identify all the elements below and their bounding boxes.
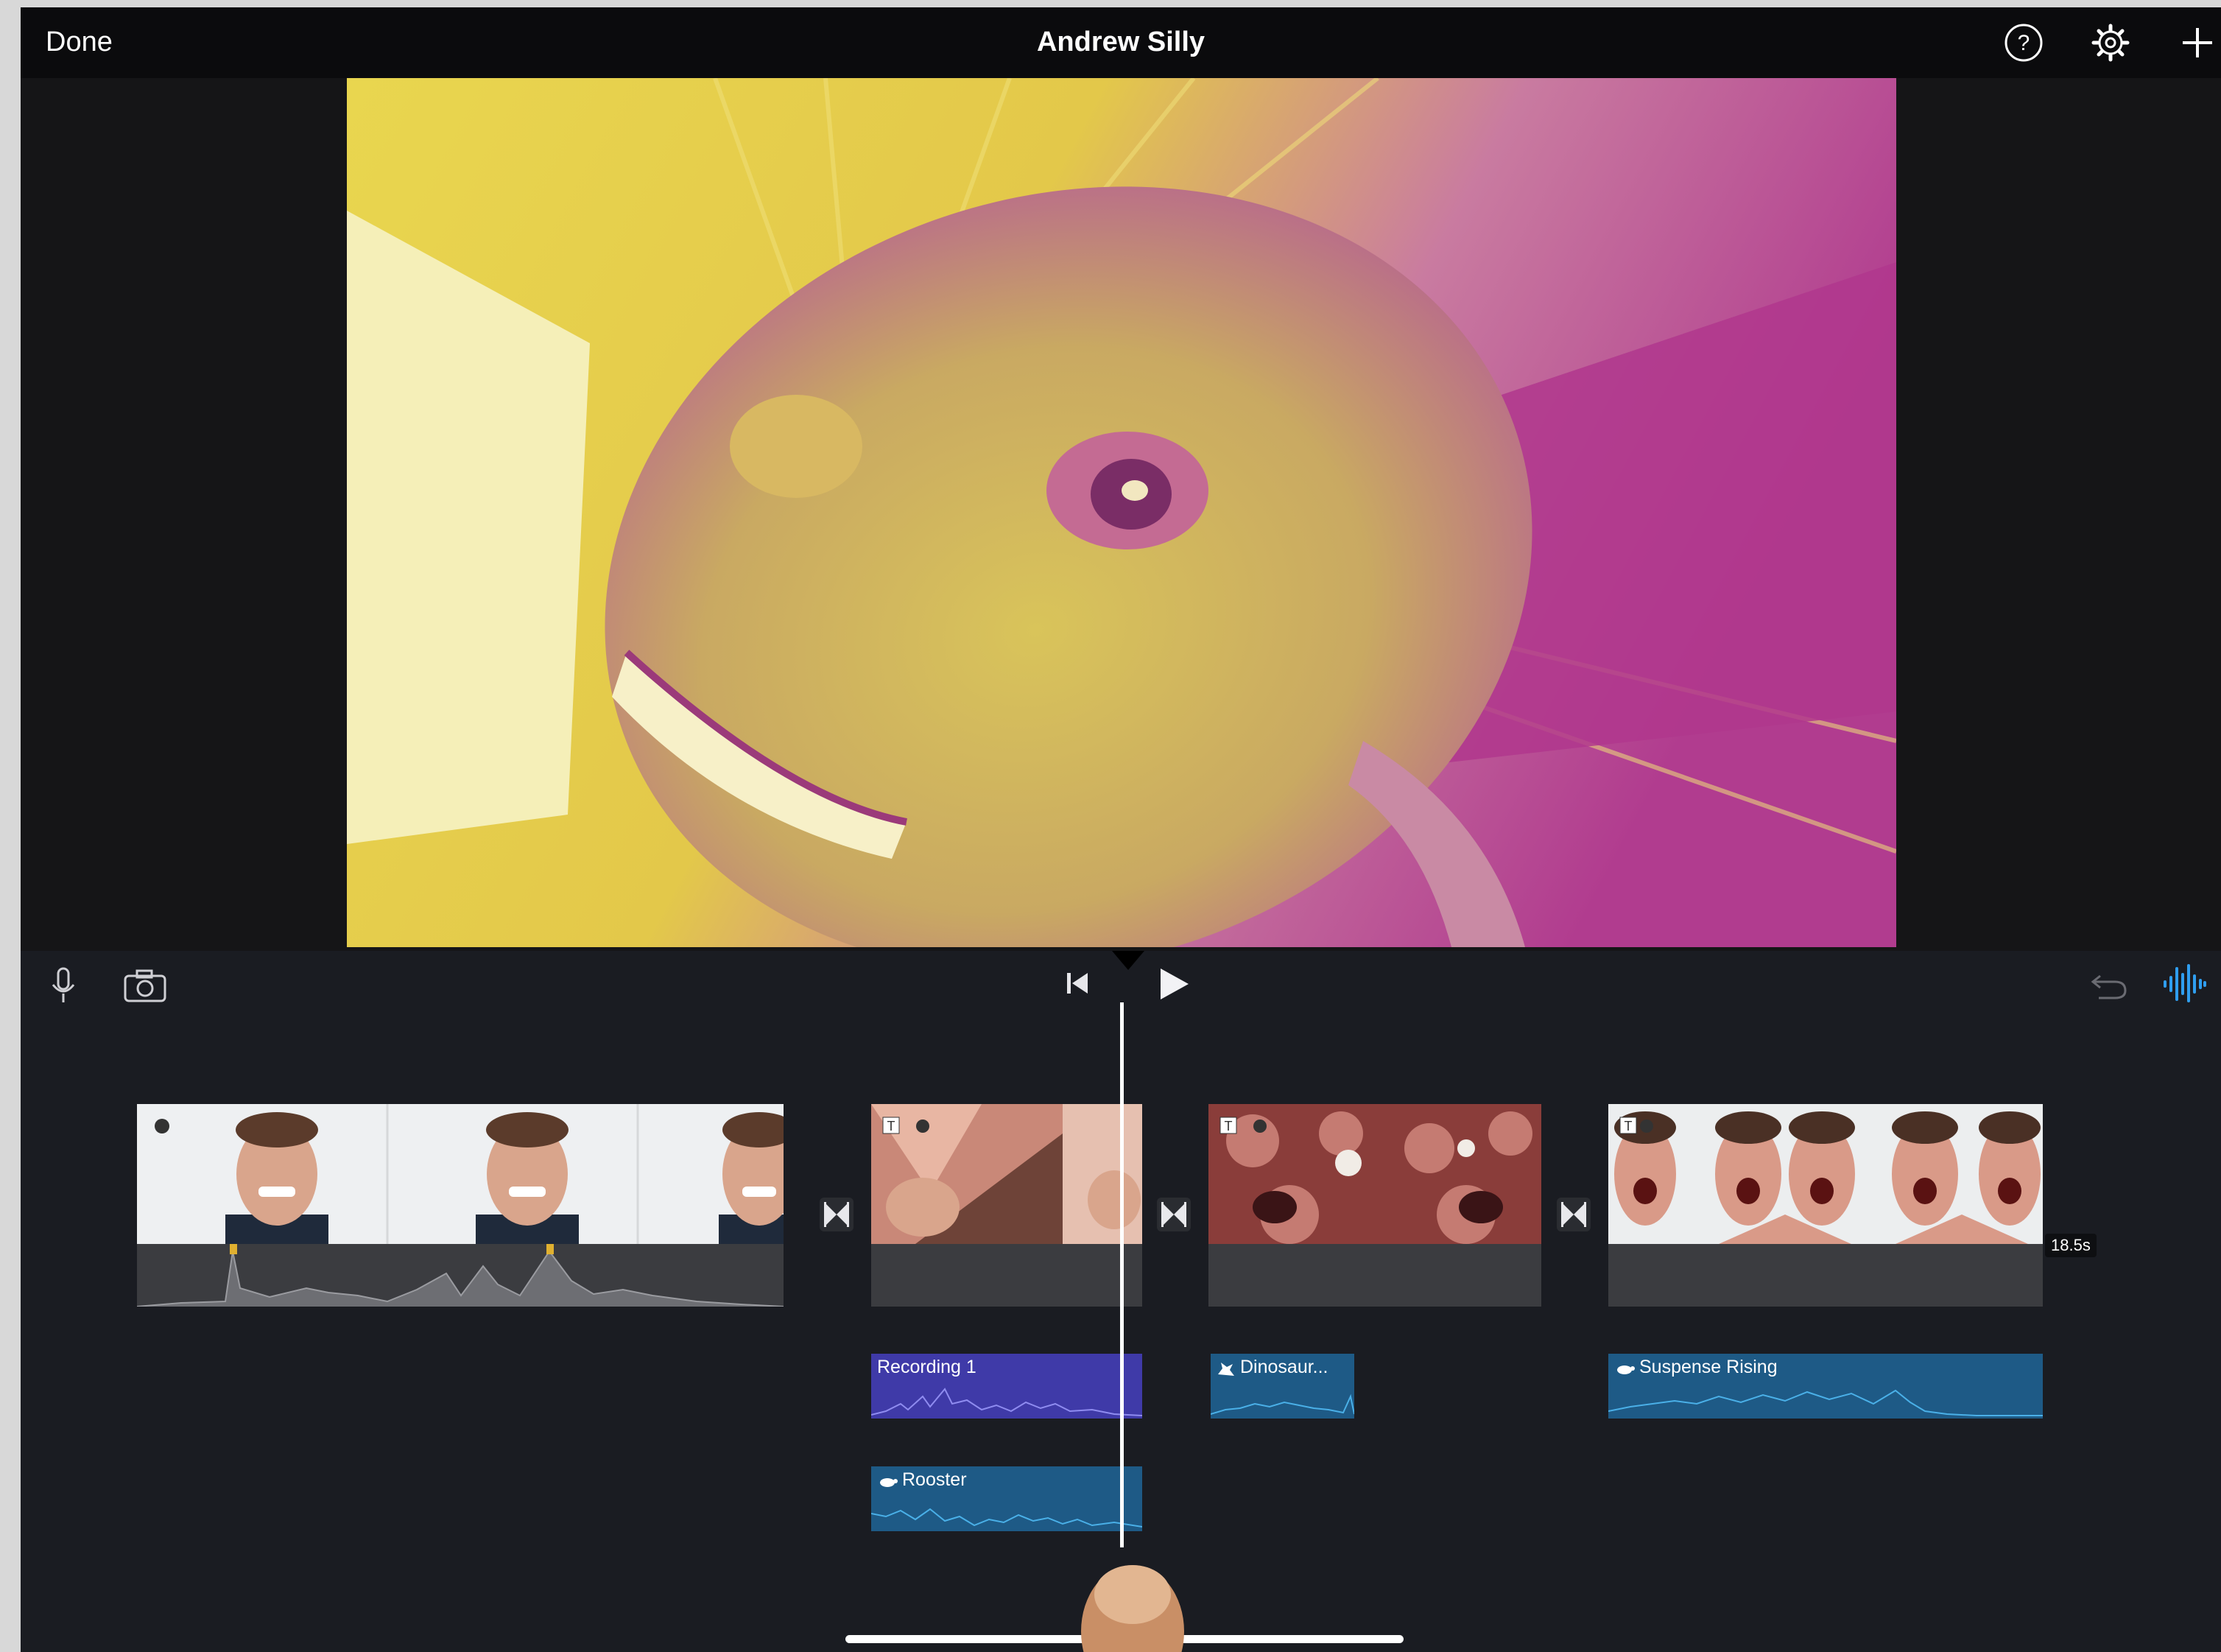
clip-thumbnails: T [871, 1104, 1142, 1244]
clip-audio-waveform [137, 1244, 784, 1307]
video-clip-1[interactable] [137, 1104, 784, 1307]
clip-audio-empty [1208, 1244, 1541, 1307]
sound-effect-icon [1218, 1363, 1234, 1376]
finger-touch [1081, 1565, 1184, 1652]
plus-icon[interactable] [2177, 22, 2218, 63]
clip-thumbnails [137, 1104, 784, 1244]
skip-to-start-icon[interactable] [1063, 969, 1092, 998]
video-clip-2[interactable]: T [871, 1104, 1142, 1307]
playhead-marker [1112, 951, 1144, 970]
audio-clip-suspense-rising[interactable]: Suspense Rising [1608, 1354, 2043, 1419]
audio-clip-recording-1[interactable]: Recording 1 [871, 1354, 1142, 1419]
audio-clip-label: Suspense Rising [1639, 1357, 1778, 1377]
microphone-icon[interactable] [49, 966, 78, 1007]
timeline-editor: T T T 18.5s Recording 1 Dinosaur... Susp… [21, 951, 2221, 1652]
video-clip-3[interactable]: T [1208, 1104, 1541, 1307]
play-icon[interactable] [1155, 966, 1192, 1002]
audio-clip-rooster[interactable]: Rooster [871, 1466, 1142, 1531]
duration-badge: 18.5s [2045, 1234, 2097, 1257]
audio-clip-dinosaur[interactable]: Dinosaur... [1211, 1354, 1354, 1419]
svg-text:T: T [887, 1119, 895, 1133]
video-preview[interactable] [347, 78, 1896, 947]
clip-thumbnails: T [1608, 1104, 2043, 1244]
music-turtle-icon [1617, 1365, 1635, 1374]
playhead[interactable] [1120, 1002, 1124, 1547]
preview-frame-image [347, 78, 1896, 947]
audio-waveform [871, 1388, 1142, 1416]
settings-gear-icon[interactable] [2090, 22, 2131, 63]
svg-text:?: ? [2018, 31, 2030, 55]
help-icon[interactable]: ? [2003, 22, 2044, 63]
camera-icon[interactable] [122, 969, 168, 1004]
svg-text:T: T [1625, 1119, 1633, 1133]
clip-thumbnails: T [1208, 1104, 1541, 1244]
audio-clip-label: Rooster [902, 1469, 967, 1490]
project-title: Andrew Silly [1036, 27, 1205, 57]
transition-button-3[interactable] [1557, 1198, 1591, 1231]
transition-button-1[interactable] [820, 1198, 853, 1231]
audio-clip-label: Dinosaur... [1240, 1357, 1328, 1377]
music-turtle-icon [880, 1478, 898, 1487]
undo-icon[interactable] [2088, 966, 2130, 1002]
transition-button-2[interactable] [1157, 1198, 1191, 1231]
audio-clip-label: Recording 1 [877, 1357, 976, 1377]
audio-waveform [871, 1508, 1142, 1528]
audio-waveform [1211, 1393, 1354, 1415]
video-viewer [21, 78, 2221, 951]
audio-waveform [1608, 1389, 2043, 1416]
video-clip-4[interactable]: T [1608, 1104, 2043, 1307]
clip-audio-empty [871, 1244, 1142, 1307]
svg-text:T: T [1225, 1119, 1233, 1133]
audio-waveform-icon[interactable] [2161, 963, 2208, 1004]
clip-audio-empty [1608, 1244, 2043, 1307]
app-window: Done Andrew Silly ? T T T 18.5s Recordin… [21, 7, 2221, 1652]
top-bar: Done Andrew Silly ? [21, 7, 2221, 78]
